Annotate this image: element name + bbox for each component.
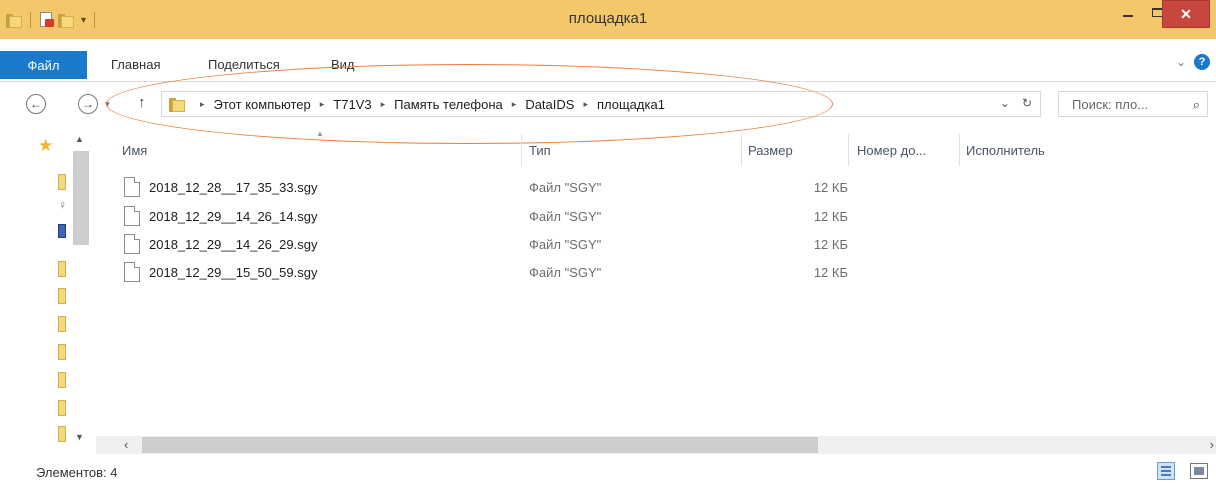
up-button[interactable]: ↑ (138, 94, 146, 111)
file-icon (124, 262, 140, 282)
close-button[interactable]: ✕ (1162, 0, 1210, 28)
homegroup-icon[interactable]: ♀ (58, 198, 67, 214)
file-type: Файл "SGY" (529, 265, 602, 280)
expand-ribbon-icon[interactable]: ⌄ (1176, 55, 1186, 69)
file-size: 12 КБ (813, 265, 848, 280)
file-name: 2018_12_29__15_50_59.sgy (149, 265, 318, 280)
file-row[interactable]: 2018_12_29__14_26_29.sgy Файл "SGY" 12 К… (120, 231, 880, 257)
column-divider[interactable] (741, 134, 742, 166)
forward-button[interactable]: → (78, 94, 98, 114)
address-dropdown-icon[interactable]: ⌄ (1000, 96, 1010, 110)
ribbon-right-controls: ⌄ ? (1176, 54, 1210, 70)
details-view-icon[interactable] (1157, 462, 1175, 480)
nav-folder-icon[interactable] (58, 344, 66, 360)
minimize-icon (1123, 15, 1133, 17)
breadcrumb-item[interactable]: Этот компьютер (214, 97, 311, 112)
breadcrumb-item[interactable]: T71V3 (333, 97, 371, 112)
tab-file[interactable]: Файл (0, 51, 87, 79)
tab-home[interactable]: Главная (111, 57, 160, 72)
file-row[interactable]: 2018_12_29__14_26_14.sgy Файл "SGY" 12 К… (120, 203, 880, 229)
column-divider[interactable] (521, 134, 522, 166)
ribbon: Файл Главная Поделиться Вид ⌄ ? (0, 39, 1216, 82)
nav-folder-icon[interactable] (58, 288, 66, 304)
nav-folder-icon[interactable] (58, 426, 66, 442)
breadcrumb-item[interactable]: DataIDS (525, 97, 574, 112)
file-size: 12 КБ (813, 180, 848, 195)
search-placeholder: Поиск: пло... (1072, 96, 1149, 112)
breadcrumb-item[interactable]: Память телефона (394, 97, 503, 112)
file-row[interactable]: 2018_12_29__15_50_59.sgy Файл "SGY" 12 К… (120, 259, 880, 285)
file-name: 2018_12_28__17_35_33.sgy (149, 180, 318, 195)
column-header-type[interactable]: Тип (529, 143, 551, 158)
file-icon (124, 206, 140, 226)
nav-folder-icon[interactable] (58, 174, 66, 190)
breadcrumb-separator-icon[interactable]: ▸ (200, 99, 205, 110)
file-size: 12 КБ (813, 209, 848, 224)
minimize-button[interactable] (1114, 0, 1142, 24)
breadcrumb-separator-icon[interactable]: ▸ (381, 99, 386, 110)
nav-folder-icon[interactable] (58, 372, 66, 388)
breadcrumb-item[interactable]: площадка1 (597, 97, 665, 112)
file-row[interactable]: 2018_12_28__17_35_33.sgy Файл "SGY" 12 К… (120, 174, 880, 200)
status-bar: Элементов: 4 (0, 455, 1216, 488)
folder-icon (169, 97, 185, 112)
scroll-up-icon[interactable]: ▲ (75, 134, 84, 144)
file-icon (124, 177, 140, 197)
file-name: 2018_12_29__14_26_29.sgy (149, 237, 318, 252)
breadcrumb: ▸ Этот компьютер ▸ T71V3 ▸ Память телефо… (191, 97, 665, 112)
navigation-bar: ← → ▾ ↑ ▸ Этот компьютер ▸ T71V3 ▸ Памят… (0, 83, 1216, 125)
title-bar: ▾ площадка1 ✕ (0, 0, 1216, 39)
large-icons-view-icon[interactable] (1190, 463, 1208, 479)
scroll-left-icon[interactable]: ‹ (124, 437, 128, 452)
horizontal-scrollbar-thumb[interactable] (142, 437, 818, 453)
scroll-down-icon[interactable]: ▼ (75, 432, 84, 442)
column-header-size[interactable]: Размер (748, 143, 793, 158)
column-divider[interactable] (959, 134, 960, 166)
breadcrumb-separator-icon[interactable]: ▸ (583, 99, 588, 110)
item-count: Элементов: 4 (36, 465, 118, 480)
file-list: ▲ Имя Тип Размер Номер до... Исполнитель… (96, 126, 1216, 436)
nav-scrollbar-thumb[interactable] (73, 151, 89, 245)
recent-locations-icon[interactable]: ▾ (105, 99, 110, 110)
navigation-pane: ★ ▲ ♀ ▼ (0, 126, 96, 452)
breadcrumb-separator-icon[interactable]: ▸ (512, 99, 517, 110)
file-type: Файл "SGY" (529, 209, 602, 224)
search-input[interactable]: Поиск: пло... ⌕ (1058, 91, 1208, 117)
column-divider[interactable] (848, 134, 849, 166)
nav-folder-icon[interactable] (58, 400, 66, 416)
file-icon (124, 234, 140, 254)
file-type: Файл "SGY" (529, 180, 602, 195)
back-button[interactable]: ← (26, 94, 46, 114)
address-bar[interactable]: ▸ Этот компьютер ▸ T71V3 ▸ Память телефо… (161, 91, 1041, 117)
tab-share[interactable]: Поделиться (208, 57, 280, 72)
window-title: площадка1 (568, 10, 648, 27)
breadcrumb-separator-icon[interactable]: ▸ (320, 99, 325, 110)
refresh-icon[interactable]: ↻ (1022, 96, 1032, 110)
file-type: Файл "SGY" (529, 237, 602, 252)
sort-ascending-icon: ▲ (316, 129, 324, 138)
favorites-star-icon[interactable]: ★ (38, 136, 53, 156)
file-name: 2018_12_29__14_26_14.sgy (149, 209, 318, 224)
horizontal-scrollbar[interactable]: ‹ › (96, 436, 1216, 454)
explorer-window: ▾ площадка1 ✕ Файл Главная Поделиться Ви… (0, 0, 1216, 488)
maximize-icon (1151, 7, 1163, 17)
column-header-artist[interactable]: Исполнитель (966, 143, 1045, 158)
file-size: 12 КБ (813, 237, 848, 252)
column-header-name[interactable]: Имя (122, 143, 147, 158)
this-pc-icon[interactable] (58, 224, 66, 238)
scroll-right-icon[interactable]: › (1210, 437, 1214, 452)
nav-folder-icon[interactable] (58, 316, 66, 332)
help-icon[interactable]: ? (1194, 54, 1210, 70)
search-icon[interactable]: ⌕ (1193, 97, 1200, 113)
tab-view[interactable]: Вид (331, 57, 355, 72)
nav-folder-icon[interactable] (58, 261, 66, 277)
column-header-number[interactable]: Номер до... (857, 143, 926, 158)
address-bar-controls: ⌄ ↻ (1000, 96, 1032, 110)
